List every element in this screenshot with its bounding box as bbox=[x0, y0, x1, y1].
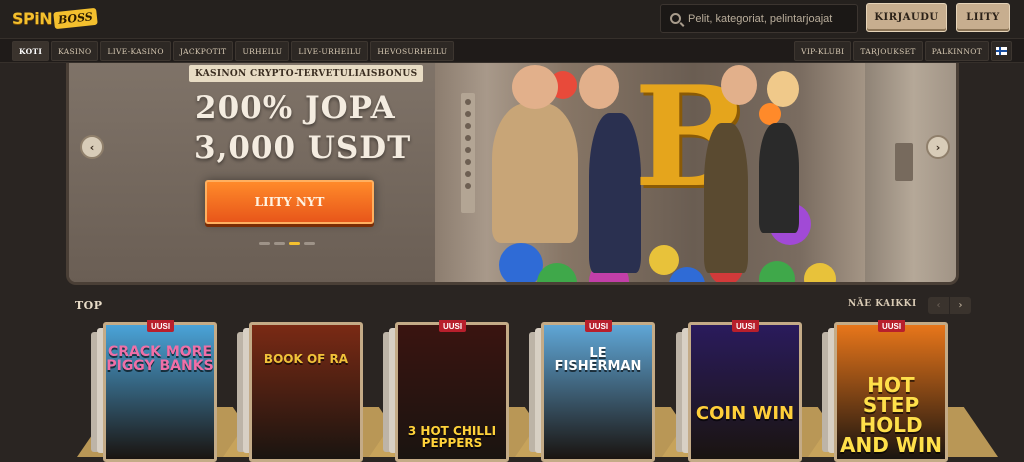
new-badge: UUSI bbox=[878, 320, 906, 332]
game-title: LE FISHERMAN bbox=[554, 346, 642, 374]
site-logo[interactable]: SPiN BOSS bbox=[12, 6, 98, 30]
game-title: COIN WIN bbox=[695, 403, 795, 424]
logo-main: SPiN bbox=[12, 8, 53, 28]
game-card[interactable]: 3 HOT CHILLI PEPPERS UUSI bbox=[369, 320, 559, 462]
carousel-dot[interactable] bbox=[259, 242, 270, 245]
nav-item-kasino[interactable]: KASINO bbox=[51, 41, 99, 61]
search-icon bbox=[670, 13, 681, 24]
logo-sub: BOSS bbox=[53, 7, 98, 29]
game-thumbnail[interactable]: LE FISHERMAN bbox=[541, 322, 655, 462]
search-box[interactable] bbox=[660, 4, 858, 33]
main-nav: KOTI KASINO LIVE-KASINO JACKPOTIT URHEIL… bbox=[0, 38, 1024, 63]
hero-headline-2: 3,000 USDT bbox=[194, 130, 412, 166]
game-title: HOT STEP HOLD AND WIN bbox=[839, 373, 943, 457]
see-all-link[interactable]: NÄE KAIKKI bbox=[848, 299, 917, 309]
nav-right: VIP-KLUBI TARJOUKSET PALKINNOT bbox=[794, 41, 1012, 61]
bonus-tag: KASINON CRYPTO-TERVETULIAISBONUS bbox=[189, 65, 424, 82]
nav-item-hevosurheilu[interactable]: HEVOSURHEILU bbox=[370, 41, 455, 61]
nav-item-koti[interactable]: KOTI bbox=[12, 41, 50, 61]
section-title-top: TOP bbox=[75, 299, 103, 312]
hero-headline-1: 200% JOPA bbox=[195, 90, 396, 126]
nav-item-live-urheilu[interactable]: LIVE-URHEILU bbox=[291, 41, 369, 61]
login-button[interactable]: KIRJAUDU bbox=[866, 3, 947, 32]
nav-left: KOTI KASINO LIVE-KASINO JACKPOTIT URHEIL… bbox=[12, 41, 455, 61]
game-card[interactable]: LE FISHERMAN UUSI bbox=[515, 320, 705, 462]
carousel-next-arrow-icon[interactable]: › bbox=[926, 135, 950, 159]
new-badge: UUSI bbox=[732, 320, 760, 332]
game-thumbnail[interactable]: HOT STEP HOLD AND WIN bbox=[834, 322, 948, 462]
game-thumbnail[interactable]: 3 HOT CHILLI PEPPERS bbox=[395, 322, 509, 462]
nav-item-urheilu[interactable]: URHEILU bbox=[235, 41, 290, 61]
games-row: CRACK MORE PIGGY BANKS UUSI BOOK OF RA 3… bbox=[0, 320, 1024, 462]
character-head bbox=[721, 65, 757, 105]
carousel-prev-arrow-icon[interactable]: ‹ bbox=[80, 135, 104, 159]
game-title: CRACK MORE PIGGY BANKS bbox=[106, 344, 214, 374]
search-input[interactable] bbox=[688, 12, 848, 25]
section-pager: ‹ › bbox=[928, 297, 971, 314]
nav-item-tarjoukset[interactable]: TARJOUKSET bbox=[853, 41, 923, 61]
game-title: BOOK OF RA bbox=[263, 352, 349, 366]
carousel-dots bbox=[259, 242, 315, 245]
join-now-button[interactable]: LIITY NYT bbox=[205, 180, 374, 224]
game-thumbnail[interactable]: COIN WIN bbox=[688, 322, 802, 462]
carousel-dot[interactable] bbox=[274, 242, 285, 245]
pager-next-icon[interactable]: › bbox=[950, 297, 971, 314]
character-head bbox=[579, 65, 619, 109]
nav-item-vip-klubi[interactable]: VIP-KLUBI bbox=[794, 41, 852, 61]
game-card[interactable]: HOT STEP HOLD AND WIN UUSI bbox=[808, 320, 998, 462]
elevator-panel bbox=[461, 93, 475, 213]
top-header: SPiN BOSS KIRJAUDU LIITY bbox=[0, 0, 1024, 38]
character-head bbox=[512, 65, 558, 109]
character-woman bbox=[759, 123, 799, 233]
hero-banner[interactable]: B KASINON CRYPTO-TERVETULIAISBONUS 200% … bbox=[66, 63, 959, 285]
carousel-dot[interactable] bbox=[304, 242, 315, 245]
elevator-button-panel bbox=[895, 143, 913, 181]
pager-prev-icon[interactable]: ‹ bbox=[928, 297, 949, 314]
game-thumbnail[interactable]: BOOK OF RA bbox=[249, 322, 363, 462]
game-card[interactable]: BOOK OF RA bbox=[223, 322, 413, 462]
join-button[interactable]: LIITY bbox=[956, 3, 1010, 32]
language-selector[interactable] bbox=[991, 41, 1012, 61]
nav-item-jackpotit[interactable]: JACKPOTIT bbox=[172, 41, 234, 61]
game-card[interactable]: COIN WIN UUSI bbox=[662, 320, 852, 462]
character-businessman-tan bbox=[492, 103, 578, 243]
character-head bbox=[767, 71, 799, 107]
finland-flag-icon bbox=[996, 47, 1007, 55]
new-badge: UUSI bbox=[439, 320, 467, 332]
new-badge: UUSI bbox=[147, 320, 175, 332]
character-man-brown bbox=[704, 123, 748, 273]
carousel-dot-active[interactable] bbox=[289, 242, 300, 245]
nav-item-live-kasino[interactable]: LIVE-KASINO bbox=[100, 41, 171, 61]
new-badge: UUSI bbox=[585, 320, 613, 332]
game-card[interactable]: CRACK MORE PIGGY BANKS UUSI bbox=[77, 320, 267, 462]
game-title: 3 HOT CHILLI PEPPERS bbox=[407, 424, 497, 450]
nav-item-palkinnot[interactable]: PALKINNOT bbox=[924, 41, 989, 61]
game-thumbnail[interactable]: CRACK MORE PIGGY BANKS bbox=[103, 322, 217, 462]
